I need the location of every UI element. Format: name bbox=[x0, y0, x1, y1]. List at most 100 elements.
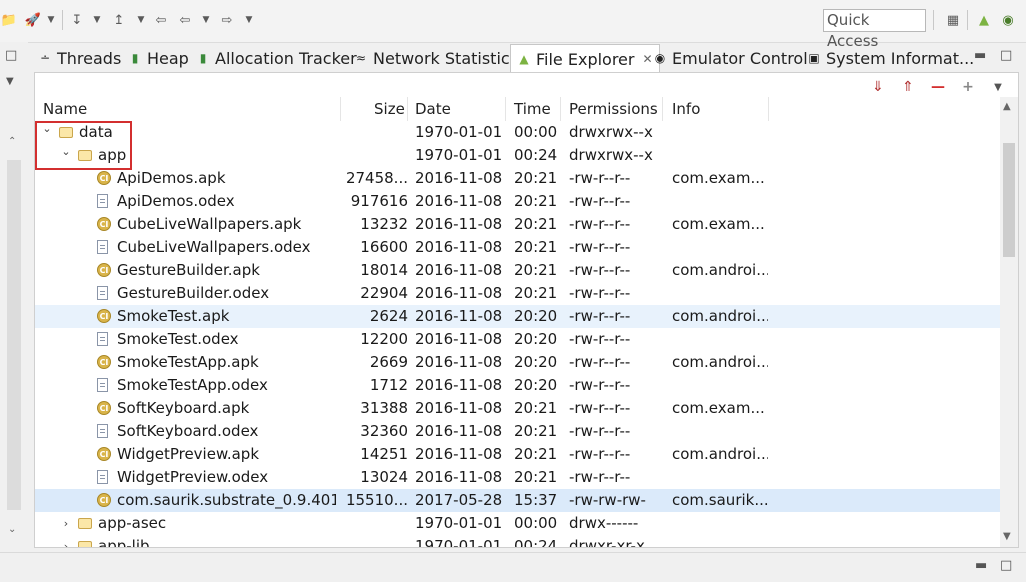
column-divider[interactable] bbox=[505, 97, 506, 121]
cell-permissions: -rw-r--r-- bbox=[569, 353, 631, 371]
table-row[interactable]: CI CubeLiveWallpapers.apk 13232 2016-11-08 2… bbox=[35, 213, 1001, 236]
push-file-icon[interactable]: ⇑ bbox=[900, 79, 916, 95]
dropdown-icon[interactable]: ▼ bbox=[197, 11, 215, 29]
cell-time: 20:21 bbox=[514, 215, 558, 233]
apk-file-icon: CI bbox=[97, 493, 111, 507]
new-folder-icon[interactable]: + bbox=[960, 79, 976, 95]
column-divider[interactable] bbox=[662, 97, 663, 121]
column-divider[interactable] bbox=[340, 97, 341, 121]
tab-file-explorer[interactable]: ▲ File Explorer ✕ bbox=[510, 44, 660, 73]
table-row[interactable]: ApiDemos.odex 917616 2016-11-08 20:21 -rw-r-… bbox=[35, 190, 1001, 213]
column-divider[interactable] bbox=[768, 97, 769, 121]
tab-allocation-tracker[interactable]: ▮ Allocation Tracker bbox=[196, 45, 357, 71]
table-row[interactable]: CubeLiveWallpapers.odex 16600 2016-11-08 20… bbox=[35, 236, 1001, 259]
view-menu-icon[interactable]: ▼ bbox=[990, 79, 1006, 95]
chevron-right-icon[interactable]: › bbox=[60, 539, 72, 548]
cell-time: 20:20 bbox=[514, 307, 558, 325]
cell-info: com.saurik.... bbox=[672, 491, 768, 509]
column-divider[interactable] bbox=[560, 97, 561, 121]
table-row[interactable]: CI WidgetPreview.apk 14251 2016-11-08 20:21-… bbox=[35, 443, 1001, 466]
tree-folder-row[interactable]: ⌄ data 1970-01-01 00:00 drwxrwx--x bbox=[35, 121, 1001, 144]
column-header-name[interactable]: Name bbox=[43, 100, 87, 118]
left-scrollbar-thumb[interactable] bbox=[7, 160, 21, 510]
tab-system-information[interactable]: ▣ System Informat... bbox=[807, 45, 974, 71]
cell-date: 2016-11-08 bbox=[415, 468, 503, 486]
tab-heap[interactable]: ▮ Heap bbox=[128, 45, 189, 71]
tree-folder-row[interactable]: › app-lib 1970-01-01 00:24 drwxr-xr-x bbox=[35, 535, 1001, 547]
dropdown-icon[interactable]: ▼ bbox=[240, 11, 258, 29]
cell-permissions: -rw-r--r-- bbox=[569, 261, 631, 279]
chevron-right-icon[interactable]: › bbox=[60, 516, 72, 530]
toolbar-separator bbox=[967, 10, 968, 30]
scroll-down-icon[interactable]: ▼ bbox=[1003, 531, 1011, 542]
perspective-icon[interactable]: ▦ bbox=[944, 11, 962, 29]
table-row[interactable]: SmokeTestApp.odex 1712 2016-11-08 20:20 -rw-… bbox=[35, 374, 1001, 397]
back-icon[interactable]: ⇦ bbox=[176, 11, 194, 29]
delete-icon[interactable]: — bbox=[930, 79, 946, 95]
chevron-down-icon[interactable]: ⌄ bbox=[60, 144, 72, 158]
scroll-up-icon[interactable]: ▲ bbox=[1003, 101, 1011, 112]
cell-time: 20:21 bbox=[514, 169, 558, 187]
vertical-scrollbar[interactable]: ▲ ▼ bbox=[1000, 97, 1018, 547]
column-header-permissions[interactable]: Permissions bbox=[569, 100, 658, 118]
open-folder-icon[interactable]: 📁 bbox=[0, 11, 18, 29]
tree-folder-row[interactable]: › app-asec 1970-01-01 00:00 drwx------ bbox=[35, 512, 1001, 535]
scroll-up-icon[interactable]: ⌃ bbox=[8, 136, 16, 147]
cell-size: 15510... bbox=[345, 491, 408, 509]
chevron-down-icon[interactable]: ⌄ bbox=[41, 121, 53, 135]
tab-threads[interactable]: ∸ Threads bbox=[38, 45, 121, 71]
table-row[interactable]: WidgetPreview.odex 13024 2016-11-08 20:21 -r… bbox=[35, 466, 1001, 489]
android-icon[interactable]: ▲ bbox=[975, 11, 993, 29]
dropdown-icon[interactable]: ▼ bbox=[42, 11, 60, 29]
table-row[interactable]: CI com.saurik.substrate_0.9.4010. 15510...… bbox=[35, 489, 1001, 512]
back-icon[interactable]: ⇦ bbox=[152, 11, 170, 29]
column-header-time[interactable]: Time bbox=[514, 100, 551, 118]
cell-date: 2016-11-08 bbox=[415, 399, 503, 417]
left-scrollbar[interactable]: ⌃ ⌄ bbox=[7, 136, 21, 582]
minimize-icon[interactable]: □ bbox=[5, 48, 17, 63]
table-row[interactable]: GestureBuilder.odex 22904 2016-11-08 20:21-… bbox=[35, 282, 1001, 305]
pull-file-icon[interactable]: ⇓ bbox=[870, 79, 886, 95]
scroll-down-icon[interactable]: ⌄ bbox=[8, 524, 16, 535]
cell-name: SmokeTest.odex bbox=[117, 330, 239, 348]
view-menu-icon[interactable]: ▼ bbox=[6, 76, 14, 87]
minimize-icon[interactable]: ▬ bbox=[974, 48, 986, 63]
cell-size: 22904 bbox=[360, 284, 408, 302]
folder-icon bbox=[78, 150, 92, 161]
tab-label: Threads bbox=[57, 48, 122, 68]
cell-size: 13024 bbox=[360, 468, 408, 486]
column-header-size[interactable]: Size bbox=[374, 100, 405, 118]
dropdown-icon[interactable]: ▼ bbox=[88, 11, 106, 29]
maximize-icon[interactable]: □ bbox=[1000, 558, 1012, 573]
column-header-date[interactable]: Date bbox=[415, 100, 451, 118]
quick-access-input[interactable]: Quick Access bbox=[823, 9, 926, 50]
ddms-icon[interactable]: ◉ bbox=[999, 11, 1017, 29]
maximize-icon[interactable]: □ bbox=[1000, 48, 1012, 63]
cell-permissions: -rw-r--r-- bbox=[569, 238, 631, 256]
folder-icon bbox=[78, 541, 92, 547]
cell-info: com.androi... bbox=[672, 261, 768, 279]
next-annotation-icon[interactable]: ↧ bbox=[68, 11, 86, 29]
tab-network-statistics[interactable]: ≈ Network Statistics bbox=[354, 45, 518, 71]
cell-name: SmokeTest.apk bbox=[117, 307, 230, 325]
file-explorer-panel: ⇓ ⇑ — + ▼ Name Size Date Time Permission… bbox=[34, 72, 1019, 548]
tree-folder-row[interactable]: ⌄ app 1970-01-01 00:24 drwxrwx--x bbox=[35, 144, 1001, 167]
table-row[interactable]: CI GestureBuilder.apk 18014 2016-11-08 20:21… bbox=[35, 259, 1001, 282]
tab-emulator-control[interactable]: ◉ Emulator Control bbox=[653, 45, 808, 71]
table-row[interactable]: SmokeTest.odex 12200 2016-11-08 20:20 -rw-r-… bbox=[35, 328, 1001, 351]
minimize-icon[interactable]: ▬ bbox=[975, 558, 987, 573]
cell-time: 20:21 bbox=[514, 445, 558, 463]
column-header-info[interactable]: Info bbox=[672, 100, 700, 118]
table-row[interactable]: CI SmokeTest.apk 2624 2016-11-08 20:20 -rw-r-… bbox=[35, 305, 1001, 328]
run-icon[interactable]: 🚀 bbox=[24, 11, 42, 29]
close-icon[interactable]: ✕ bbox=[642, 52, 652, 66]
column-divider[interactable] bbox=[407, 97, 408, 121]
prev-annotation-icon[interactable]: ↥ bbox=[110, 11, 128, 29]
table-row[interactable]: CI SoftKeyboard.apk 31388 2016-11-08 20:21 -r… bbox=[35, 397, 1001, 420]
dropdown-icon[interactable]: ▼ bbox=[132, 11, 150, 29]
table-row[interactable]: CI SmokeTestApp.apk 2669 2016-11-08 20:20 -rw… bbox=[35, 351, 1001, 374]
table-row[interactable]: SoftKeyboard.odex 32360 2016-11-08 20:21 -rw… bbox=[35, 420, 1001, 443]
table-row[interactable]: CI ApiDemos.apk 27458... 2016-11-08 20:21 -rw… bbox=[35, 167, 1001, 190]
forward-icon[interactable]: ⇨ bbox=[218, 11, 236, 29]
scrollbar-thumb[interactable] bbox=[1003, 143, 1015, 257]
